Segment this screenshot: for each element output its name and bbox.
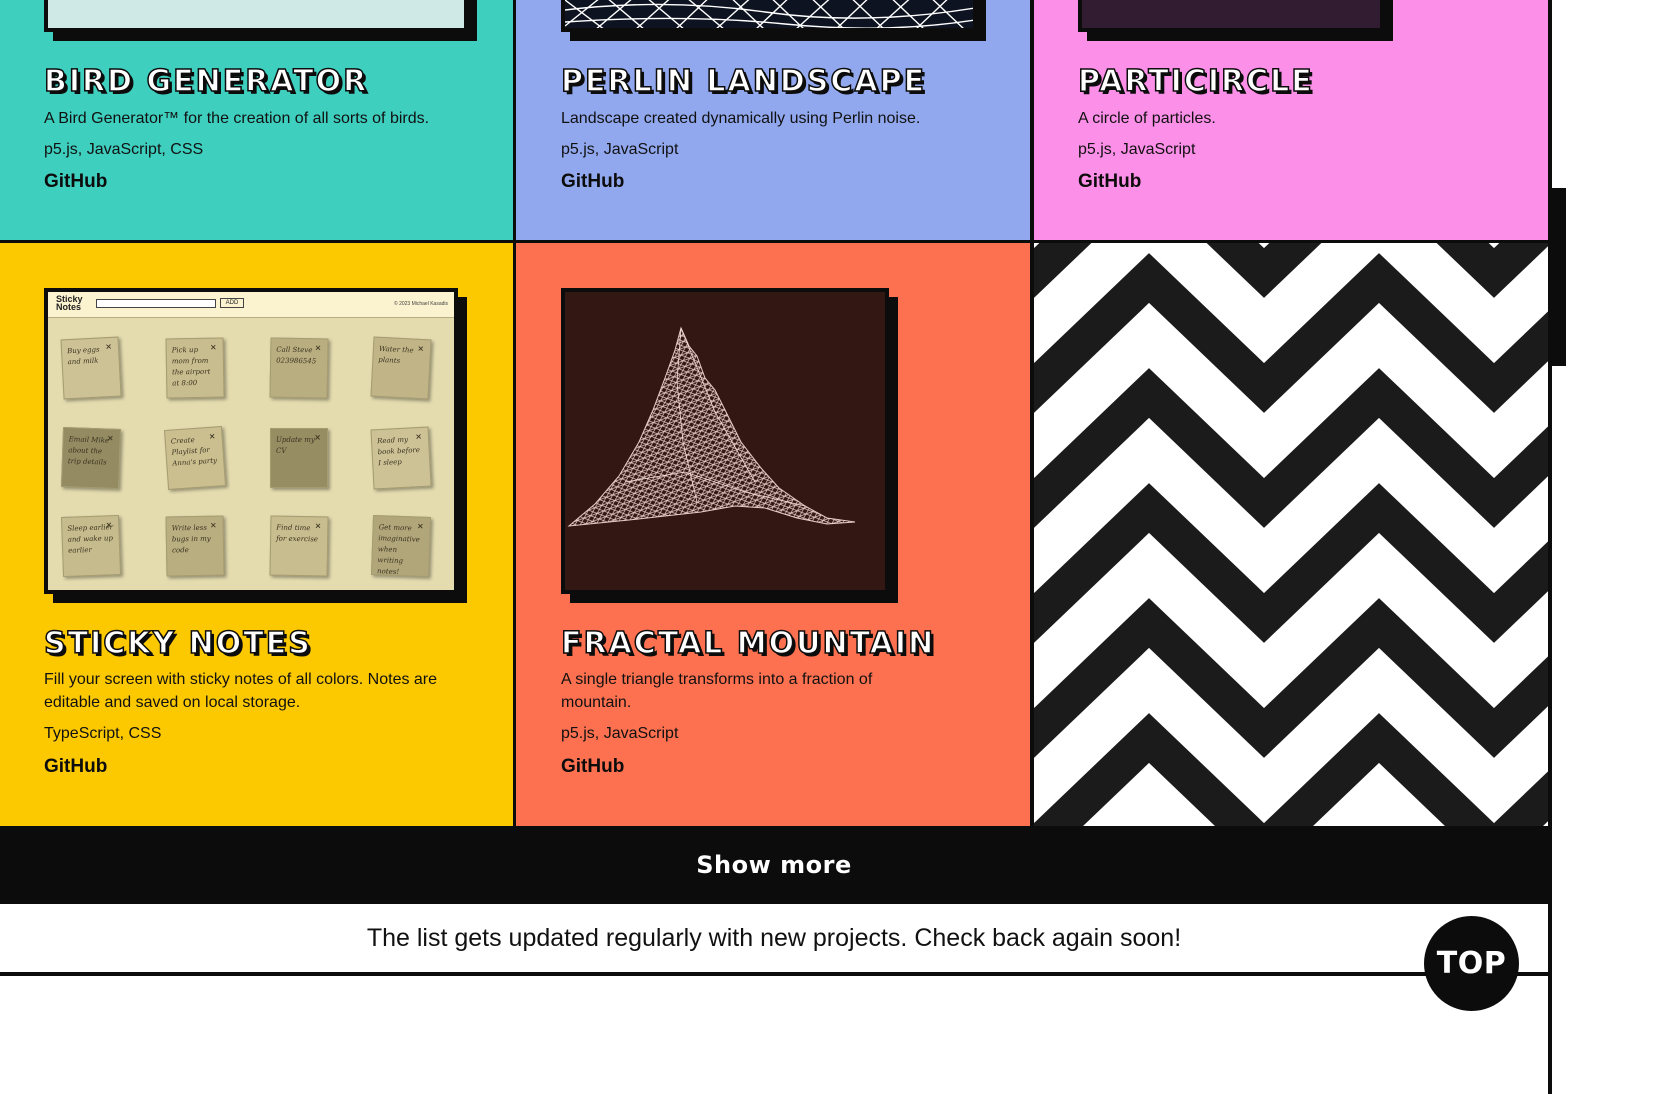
- sticky-note: × Update my CV: [270, 428, 328, 488]
- project-card-fractal-mountain: FRACTAL MOUNTAIN A single triangle trans…: [516, 243, 1030, 826]
- project-title: PERLIN LANDSCAPE: [560, 63, 927, 100]
- note-text: Read my book before I sleep: [376, 435, 421, 468]
- note-close-icon: ×: [104, 340, 113, 352]
- perlin-grid-icon: [565, 0, 973, 28]
- project-title: BIRD GENERATOR: [43, 63, 369, 100]
- zigzag-pattern: [1034, 243, 1552, 826]
- note-text: Find time for exercise: [276, 523, 319, 544]
- project-card-particircle: PARTICIRCLE A circle of particles. p5.js…: [1034, 0, 1552, 240]
- note-text: Get more imaginative when writing notes!: [376, 523, 420, 576]
- note-text: Water the plants: [378, 344, 414, 365]
- note-text: Pick up mom from the airport at 8:00: [171, 345, 211, 388]
- note-text: Write less bugs in my code: [171, 523, 211, 555]
- sticky-app-add-button: ADD: [220, 298, 244, 308]
- bird-generator-thumbnail[interactable]: [44, 0, 468, 32]
- sticky-notes-thumbnail[interactable]: Sticky Notes ADD © 2023 Michael Kasadis …: [44, 288, 458, 594]
- github-link[interactable]: GitHub: [561, 171, 624, 193]
- note-text: Email Mike about the trip details: [67, 435, 110, 467]
- sticky-note: × Read my book before I sleep: [370, 426, 432, 490]
- github-link[interactable]: GitHub: [44, 171, 107, 193]
- note-close-icon: ×: [414, 430, 423, 442]
- sticky-note: × Email Mike about the trip details: [60, 427, 122, 489]
- footer-update-note: The list gets updated regularly with new…: [0, 904, 1548, 976]
- project-tech: p5.js, JavaScript: [561, 141, 679, 158]
- projects-grid: BIRD GENERATOR A Bird Generator™ for the…: [0, 0, 1552, 828]
- sticky-app-board: × Buy eggs and milk × Pick up mom from the…: [48, 318, 454, 590]
- note-close-icon: ×: [416, 520, 424, 531]
- page-right-border: [1548, 0, 1552, 1094]
- particircle-thumbnail[interactable]: [1078, 0, 1384, 32]
- fractal-mountain-thumbnail[interactable]: [561, 288, 889, 594]
- note-close-icon: ×: [106, 432, 114, 443]
- note-close-icon: ×: [314, 342, 322, 353]
- sticky-note: × Sleep earlier and wake up earlier: [60, 515, 122, 577]
- project-description: A circle of particles.: [1078, 110, 1216, 127]
- project-description: A single triangle transforms into a frac…: [561, 671, 873, 711]
- sticky-note: × Call Steve 023986545: [269, 337, 329, 399]
- scrollbar-thumb[interactable]: [1552, 188, 1566, 366]
- project-title: PARTICIRCLE: [1077, 63, 1314, 100]
- decorative-zigzag-tile: [1034, 243, 1552, 826]
- project-description: Landscape created dynamically using Perl…: [561, 110, 921, 127]
- project-tech: p5.js, JavaScript, CSS: [44, 141, 204, 158]
- project-title: STICKY NOTES: [43, 625, 312, 662]
- project-card-sticky-notes: Sticky Notes ADD © 2023 Michael Kasadis …: [0, 243, 513, 826]
- sticky-note: × Pick up mom from the airport at 8:00: [165, 337, 225, 399]
- note-close-icon: ×: [314, 520, 322, 531]
- back-to-top-button[interactable]: TOP: [1424, 916, 1519, 1011]
- perlin-landscape-thumbnail[interactable]: [561, 0, 977, 32]
- note-text: Buy eggs and milk: [66, 345, 100, 367]
- sticky-note: × Write less bugs in my code: [165, 515, 225, 577]
- project-tech: TypeScript, CSS: [44, 725, 162, 742]
- sticky-note: × Create Playlist for Anna's party: [163, 426, 227, 490]
- wireframe-mountain-icon: [567, 326, 856, 527]
- note-text: Call Steve 023986545: [276, 345, 317, 366]
- sticky-note: × Water the plants: [370, 336, 432, 400]
- note-close-icon: ×: [105, 519, 113, 530]
- project-description: Fill your screen with sticky notes of al…: [44, 671, 438, 711]
- project-tech: p5.js, JavaScript: [561, 725, 679, 742]
- project-title: FRACTAL MOUNTAIN: [560, 625, 936, 662]
- show-more-button[interactable]: Show more: [0, 826, 1548, 904]
- github-link[interactable]: GitHub: [44, 756, 107, 778]
- scrollbar-track[interactable]: [1552, 0, 1679, 1094]
- project-card-bird-generator: BIRD GENERATOR A Bird Generator™ for the…: [0, 0, 513, 240]
- note-close-icon: ×: [417, 342, 425, 354]
- note-close-icon: ×: [314, 432, 321, 442]
- github-link[interactable]: GitHub: [1078, 171, 1141, 193]
- sticky-note: × Find time for exercise: [269, 515, 329, 577]
- sticky-note: × Buy eggs and milk: [60, 336, 122, 400]
- github-link[interactable]: GitHub: [561, 756, 624, 778]
- note-close-icon: ×: [209, 341, 217, 352]
- sticky-app-input: [96, 299, 216, 308]
- sticky-app-header: Sticky Notes ADD © 2023 Michael Kasadis: [48, 292, 454, 318]
- sticky-note: × Get more imaginative when writing notes…: [370, 515, 432, 577]
- project-tech: p5.js, JavaScript: [1078, 141, 1196, 158]
- note-close-icon: ×: [208, 430, 216, 441]
- note-text: Update my CV: [276, 436, 315, 455]
- sticky-app-copyright: © 2023 Michael Kasadis: [394, 301, 448, 307]
- project-card-perlin-landscape: PERLIN LANDSCAPE Landscape created dynam…: [516, 0, 1030, 240]
- note-close-icon: ×: [209, 519, 217, 530]
- project-description: A Bird Generator™ for the creation of al…: [44, 110, 430, 127]
- sticky-app-logo: Sticky Notes: [56, 294, 83, 312]
